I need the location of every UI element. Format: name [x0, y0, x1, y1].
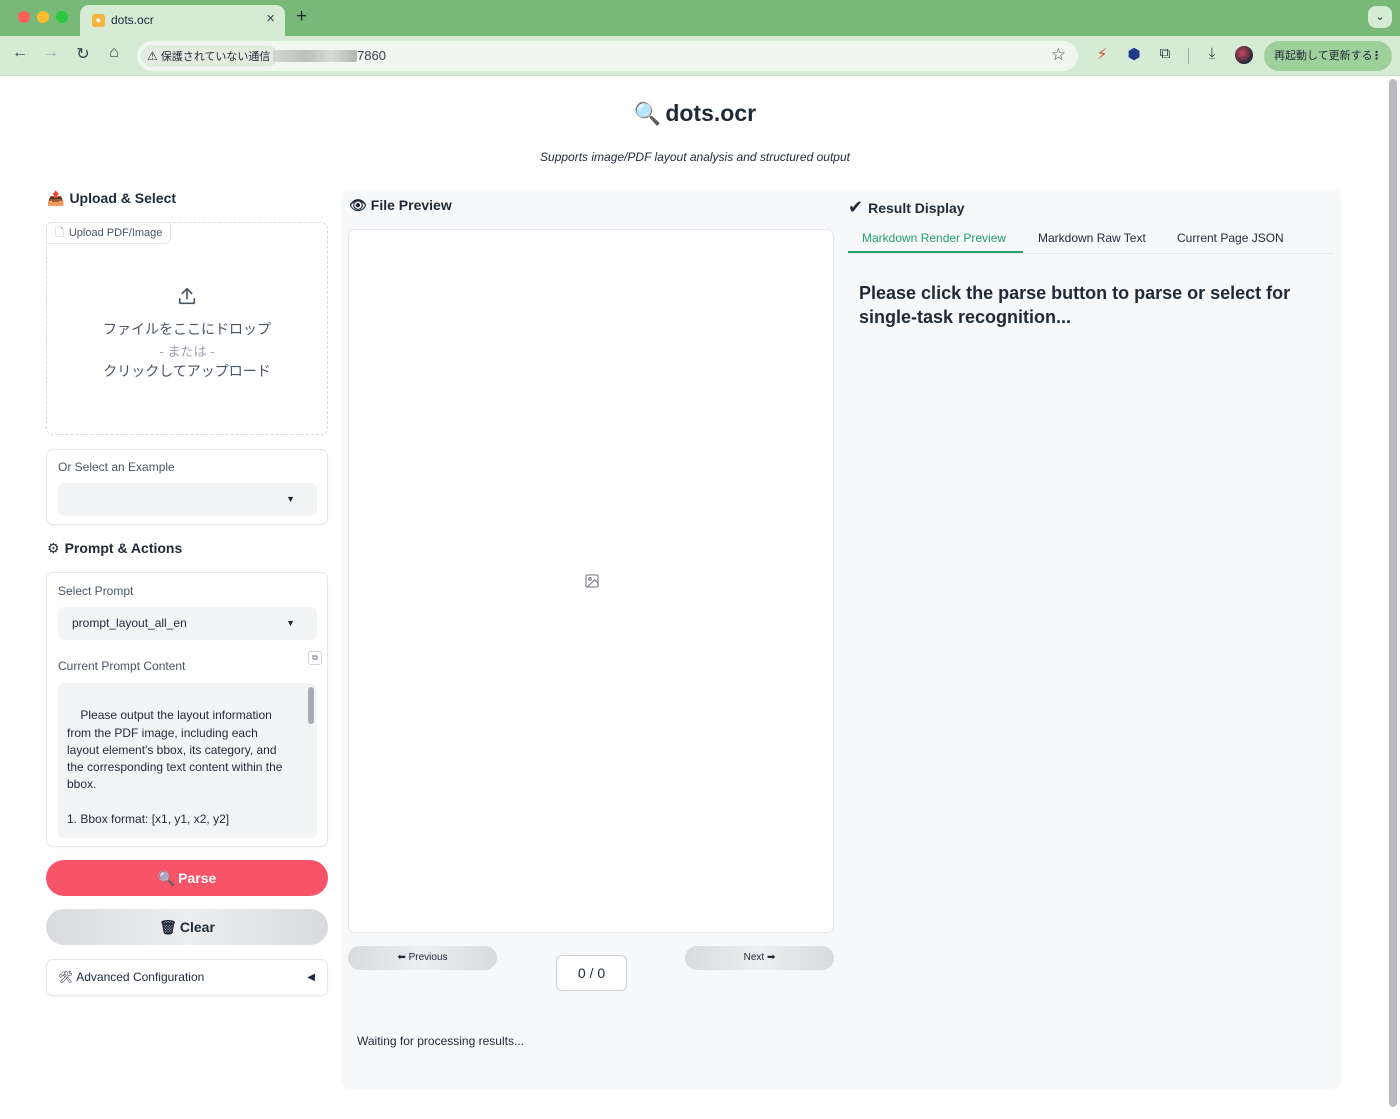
tab-current-page-json[interactable]: Current Page JSON — [1177, 231, 1284, 245]
gear-icon: ⚙ — [47, 540, 60, 556]
extension-shield-icon[interactable]: ⬢ — [1124, 45, 1144, 63]
prompt-section-heading: ⚙ Prompt & Actions — [47, 540, 182, 557]
chevron-down-icon: ▼ — [286, 618, 295, 628]
security-chip[interactable]: ⚠ 保護されていない通信 — [141, 45, 279, 67]
warning-icon: ⚠ — [147, 49, 158, 63]
tab-favicon-icon: ● — [92, 14, 105, 27]
page-title-text: dots.ocr — [665, 100, 757, 126]
eye-icon: 👁 — [349, 197, 367, 213]
advanced-configuration-label: 🛠 Advanced Configuration — [58, 970, 204, 984]
upload-tray-icon: 📤 — [47, 190, 65, 206]
processing-status: Waiting for processing results... — [348, 1018, 834, 1060]
file-preview-heading-text: File Preview — [370, 197, 452, 213]
upload-label-text: Upload PDF/Image — [68, 227, 163, 239]
prompt-panel: Select Prompt prompt_layout_all_en ▼ Cur… — [46, 572, 328, 847]
previous-page-button[interactable]: ⬅ Previous — [348, 946, 497, 970]
select-prompt-label: Select Prompt — [58, 584, 134, 598]
example-dropdown[interactable]: ▼ — [58, 483, 317, 516]
upload-heading-text: Upload & Select — [69, 190, 177, 206]
trash-icon: 🗑 — [159, 919, 177, 935]
chevron-down-icon: ▼ — [286, 494, 295, 504]
restart-to-update-button[interactable]: 再起動して更新する ⋮ — [1264, 41, 1392, 71]
home-icon[interactable]: ⌂ — [103, 44, 125, 62]
parse-button-label: Parse — [178, 870, 217, 886]
result-tabs: Markdown Render Preview Markdown Raw Tex… — [848, 226, 1334, 254]
url-port: 7860 — [357, 48, 386, 63]
window-close-button[interactable] — [18, 11, 30, 23]
bookmark-star-icon[interactable]: ☆ — [1051, 45, 1066, 65]
or-text: - または - — [159, 344, 215, 359]
active-tab-indicator — [848, 251, 1023, 253]
browser-toolbar: ← → ↻ ⌂ ⚠ 保護されていない通信 7860 ☆ ⚡ ⬢ ⧉ ⤓ 再起動して… — [0, 36, 1400, 76]
profile-avatar[interactable] — [1235, 46, 1253, 64]
click-to-upload-text: クリックしてアップロード — [103, 363, 271, 379]
forward-arrow-icon[interactable]: → — [40, 44, 62, 62]
upload-arrow-icon — [47, 285, 327, 312]
file-preview-image — [348, 229, 834, 933]
prompt-content-textarea[interactable]: Please output the layout information fro… — [58, 683, 317, 838]
download-icon[interactable]: ⤓ — [1202, 45, 1222, 62]
magnifier-icon: 🔍 — [157, 870, 176, 886]
copy-icon[interactable]: ⧉ — [308, 651, 322, 665]
prompt-content-label: Current Prompt Content — [58, 659, 186, 673]
example-select-panel: Or Select an Example ▼ — [46, 449, 328, 525]
browser-tab-bar: ● dots.ocr × + ⌄ — [0, 0, 1400, 36]
image-placeholder-icon — [584, 573, 600, 594]
prompt-dropdown[interactable]: prompt_layout_all_en ▼ — [58, 607, 317, 640]
extension-red-icon[interactable]: ⚡ — [1092, 45, 1112, 63]
security-chip-label: 保護されていない通信 — [160, 51, 271, 63]
new-tab-button[interactable]: + — [296, 6, 307, 28]
next-page-button[interactable]: Next ➡ — [685, 946, 834, 970]
clear-button-label: Clear — [179, 919, 215, 935]
parse-button[interactable]: 🔍 Parse — [46, 860, 328, 896]
example-select-label: Or Select an Example — [58, 460, 175, 474]
tab-title: dots.ocr — [111, 13, 154, 27]
tab-search-menu-button[interactable]: ⌄ — [1368, 6, 1392, 28]
advanced-configuration-accordion[interactable]: 🛠 Advanced Configuration ◀ — [46, 959, 328, 996]
advanced-configuration-text: Advanced Configuration — [76, 970, 205, 984]
window-minimize-button[interactable] — [37, 11, 49, 23]
reload-icon[interactable]: ↻ — [72, 44, 94, 64]
page-scrollbar[interactable] — [1389, 79, 1397, 1107]
tab-markdown-raw-text[interactable]: Markdown Raw Text — [1038, 231, 1146, 245]
result-display-heading: ✔ Result Display — [848, 197, 965, 218]
textarea-scrollbar[interactable] — [308, 687, 314, 724]
tools-icon: 🛠 — [58, 970, 74, 984]
processing-status-text: Waiting for processing results... — [357, 1034, 524, 1048]
tab-markdown-render-preview[interactable]: Markdown Render Preview — [862, 231, 1006, 245]
drop-here-text: ファイルをここにドロップ — [103, 321, 271, 337]
toolbar-divider — [1188, 48, 1189, 64]
window-zoom-button[interactable] — [56, 11, 68, 23]
tab-close-icon[interactable]: × — [266, 10, 275, 27]
check-icon: ✔ — [848, 197, 864, 217]
prompt-content-text: Please output the layout information fro… — [67, 708, 283, 827]
page-counter: 0 / 0 — [556, 955, 627, 991]
browser-tab[interactable]: ● dots.ocr × — [80, 5, 285, 36]
url-redacted-host — [273, 50, 357, 62]
extensions-puzzle-icon[interactable]: ⧉ — [1155, 45, 1175, 62]
prompt-dropdown-value: prompt_layout_all_en — [72, 616, 187, 630]
browser-menu-icon[interactable]: ⋮ — [1371, 41, 1382, 71]
restart-label: 再起動して更新する — [1274, 50, 1373, 62]
file-preview-heading: 👁 File Preview — [349, 197, 452, 214]
upload-label-chip: 🗋 Upload PDF/Image — [46, 222, 172, 244]
magnifier-icon: 🔍 — [633, 101, 662, 126]
back-arrow-icon[interactable]: ← — [9, 44, 31, 62]
upload-section-heading: 📤 Upload & Select — [47, 190, 176, 207]
page-title: 🔍 dots.ocr — [0, 100, 1390, 127]
result-display-heading-text: Result Display — [868, 200, 965, 216]
address-bar[interactable]: ⚠ 保護されていない通信 7860 ☆ — [137, 41, 1078, 71]
result-placeholder-message: Please click the parse button to parse o… — [859, 283, 1291, 327]
file-upload-dropzone[interactable]: 🗋 Upload PDF/Image ファイルをここにドロップ - または - ク… — [46, 222, 328, 435]
prompt-heading-text: Prompt & Actions — [64, 540, 183, 556]
file-icon: 🗋 — [55, 227, 64, 239]
collapse-caret-icon[interactable]: ◀ — [307, 972, 315, 983]
page-subtitle: Supports image/PDF layout analysis and s… — [540, 150, 850, 164]
clear-button[interactable]: 🗑 Clear — [46, 909, 328, 945]
